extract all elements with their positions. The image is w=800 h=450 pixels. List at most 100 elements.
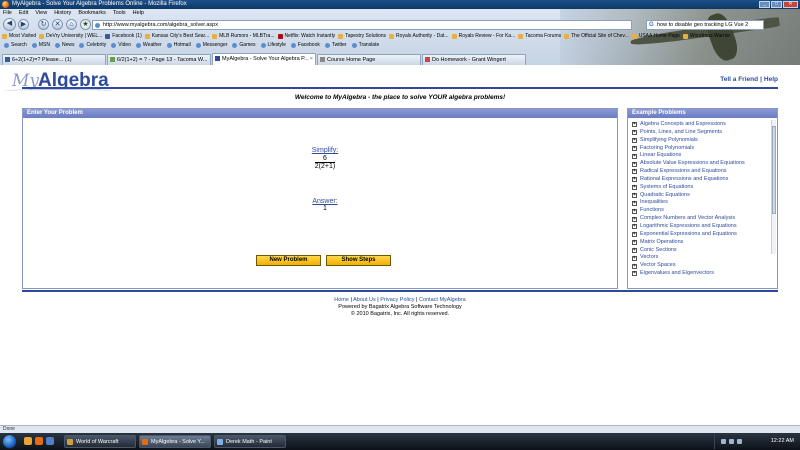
example-item[interactable]: + Systems of Equations bbox=[632, 184, 767, 192]
msn-item-translate[interactable]: Translate bbox=[351, 41, 379, 50]
home-icon[interactable]: ⌂ bbox=[66, 19, 77, 30]
battery-icon[interactable] bbox=[737, 439, 742, 444]
taskbar-item-firefox[interactable]: MyAlgebra - Solve Y... bbox=[139, 435, 211, 448]
myalgebra-logo[interactable]: My Algebra BETA bbox=[4, 69, 164, 93]
bookmark-item[interactable]: Wondrous Warrior bbox=[682, 32, 730, 41]
example-item[interactable]: + Linear Equations bbox=[632, 152, 767, 160]
bookmark-item[interactable]: USAA Home Page bbox=[631, 32, 680, 41]
start-button[interactable] bbox=[2, 434, 17, 449]
forward-icon[interactable]: ▶ bbox=[18, 19, 29, 30]
example-item[interactable]: + Vector Spaces bbox=[632, 262, 767, 270]
new-problem-button[interactable]: New Problem bbox=[256, 255, 321, 266]
msn-item-twitter[interactable]: Twitter bbox=[324, 41, 347, 50]
menu-edit[interactable]: Edit bbox=[19, 9, 28, 17]
example-label: Absolute Value Expressions and Equations bbox=[640, 160, 745, 167]
reload-icon[interactable]: ↻ bbox=[38, 19, 49, 30]
show-steps-button[interactable]: Show Steps bbox=[326, 255, 391, 266]
msn-item-messenger[interactable]: Messenger bbox=[195, 41, 227, 50]
help-link[interactable]: Help bbox=[764, 76, 778, 83]
example-item[interactable]: + Matrix Operations bbox=[632, 239, 767, 247]
menu-file[interactable]: File bbox=[3, 9, 12, 17]
stop-icon[interactable]: ✕ bbox=[52, 19, 63, 30]
example-item[interactable]: + Quadratic Equations bbox=[632, 192, 767, 200]
quicklaunch-desktop-icon[interactable] bbox=[46, 437, 54, 445]
msn-item-search[interactable]: Search bbox=[4, 41, 27, 50]
bookmark-item[interactable]: Facebook (1) bbox=[105, 32, 142, 41]
quicklaunch-firefox-icon[interactable] bbox=[35, 437, 43, 445]
msn-item-games[interactable]: Games bbox=[232, 41, 256, 50]
tell-a-friend-link[interactable]: Tell a Friend bbox=[720, 76, 758, 83]
msn-item-msn[interactable]: MSN bbox=[31, 41, 50, 50]
bookmark-item[interactable]: Tapestry Solutions bbox=[338, 32, 386, 41]
example-item[interactable]: + Inequalities bbox=[632, 199, 767, 207]
example-item[interactable]: + Points, Lines, and Line Segments bbox=[632, 129, 767, 137]
back-icon[interactable]: ◀ bbox=[3, 18, 16, 31]
taskbar-label: MyAlgebra - Solve Y... bbox=[151, 439, 205, 445]
example-item[interactable]: + Radical Expressions and Equations bbox=[632, 168, 767, 176]
example-item[interactable]: + Functions bbox=[632, 207, 767, 215]
close-button[interactable]: ✕ bbox=[783, 1, 798, 8]
menu-help[interactable]: Help bbox=[133, 9, 144, 17]
tab-label: 6÷2(1+2)=? Please... (1) bbox=[12, 57, 72, 63]
example-item[interactable]: + Simplifying Polynomials bbox=[632, 137, 767, 145]
bookmark-item[interactable]: Most Visited bbox=[2, 32, 36, 41]
minimize-button[interactable]: _ bbox=[759, 1, 770, 8]
msn-item-news[interactable]: News bbox=[54, 41, 74, 50]
footer-about-link[interactable]: About Us bbox=[353, 297, 376, 303]
footer-contact-link[interactable]: Contact MyAlgebra bbox=[419, 297, 466, 303]
answer-label[interactable]: Answer: bbox=[290, 198, 360, 205]
menu-bookmarks[interactable]: Bookmarks bbox=[78, 9, 106, 17]
quicklaunch-explorer-icon[interactable] bbox=[24, 437, 32, 445]
example-item[interactable]: + Complex Numbers and Vector Analysis bbox=[632, 215, 767, 223]
bookmark-item[interactable]: Kansas City's Best Sear... bbox=[144, 32, 209, 41]
url-bar[interactable]: http://www.myalgebra.com/algebra_solver.… bbox=[92, 20, 632, 30]
tab-facebook-question[interactable]: 6÷2(1+2)=? Please... (1) bbox=[2, 54, 106, 65]
menu-history[interactable]: History bbox=[54, 9, 71, 17]
example-item[interactable]: + Conic Sections bbox=[632, 247, 767, 255]
volume-icon[interactable] bbox=[729, 439, 734, 444]
example-item[interactable]: + Algebra Concepts and Expressions bbox=[632, 121, 767, 129]
bookmark-item[interactable]: Royals Review - For Ka... bbox=[451, 32, 515, 41]
bookmark-star-icon[interactable]: ★ bbox=[80, 19, 91, 30]
bookmark-item[interactable]: The Official Site of Chev... bbox=[564, 32, 629, 41]
tab-favicon bbox=[425, 57, 430, 62]
msn-item-celebrity[interactable]: Celebrity bbox=[79, 41, 106, 50]
footer-privacy-link[interactable]: Privacy Policy bbox=[380, 297, 414, 303]
tab-close-icon[interactable]: × bbox=[310, 54, 313, 64]
example-item[interactable]: + Absolute Value Expressions and Equation… bbox=[632, 160, 767, 168]
maximize-button[interactable]: □ bbox=[771, 1, 782, 8]
tab-tacoma-world[interactable]: 6/2(1+2) = ? - Page 13 - Tacoma W... bbox=[107, 54, 211, 65]
example-item[interactable]: + Exponential Expressions and Equations bbox=[632, 231, 767, 239]
example-item[interactable]: + Rational Expressions and Equations bbox=[632, 176, 767, 184]
menu-tools[interactable]: Tools bbox=[113, 9, 126, 17]
msn-item-lifestyle[interactable]: Lifestyle bbox=[260, 41, 286, 50]
bookmark-item[interactable]: DeVry University | WEL... bbox=[39, 32, 102, 41]
examples-scrollbar[interactable] bbox=[771, 120, 776, 254]
msn-item-video[interactable]: Video bbox=[111, 41, 131, 50]
example-item[interactable]: + Factoring Polynomials bbox=[632, 145, 767, 153]
expand-icon: + bbox=[632, 160, 637, 167]
search-input[interactable]: G how to disable geo tracking LG Vue 2 bbox=[646, 20, 764, 30]
example-item[interactable]: + Vectors bbox=[632, 254, 767, 262]
example-item[interactable]: + Logarithmic Expressions and Equations bbox=[632, 223, 767, 231]
network-icon[interactable] bbox=[721, 439, 726, 444]
taskbar-item-wow[interactable]: World of Warcraft bbox=[64, 435, 136, 448]
bookmark-item[interactable]: MLB Rumors - MLBTra... bbox=[212, 32, 275, 41]
tab-myalgebra[interactable]: MyAlgebra - Solve Your Algebra P... × bbox=[212, 53, 316, 65]
taskbar-item-paint[interactable]: Derek Math - Paint bbox=[214, 435, 286, 448]
msn-item-hotmail[interactable]: Hotmail bbox=[166, 41, 191, 50]
simplify-label[interactable]: Simplify: bbox=[290, 147, 360, 154]
bookmark-item[interactable]: Netflix: Watch Instantly bbox=[277, 32, 335, 41]
bookmark-item[interactable]: Tacoma Forums bbox=[518, 32, 561, 41]
example-item[interactable]: + Eigenvalues and Eigenvectors bbox=[632, 270, 767, 278]
tab-do-homework[interactable]: Do Homework - Grant Wingert bbox=[422, 54, 526, 65]
clock[interactable]: 12:22 AM bbox=[771, 438, 794, 444]
expand-icon: + bbox=[632, 184, 637, 191]
msn-item-facebook[interactable]: Facebook bbox=[290, 41, 320, 50]
footer-home-link[interactable]: Home bbox=[334, 297, 349, 303]
msn-item-weather[interactable]: Weather bbox=[135, 41, 162, 50]
scrollbar-thumb[interactable] bbox=[772, 126, 776, 214]
tab-course-home[interactable]: Course Home Page bbox=[317, 54, 421, 65]
bookmark-item[interactable]: Royals Authority - Dat... bbox=[389, 32, 449, 41]
menu-view[interactable]: View bbox=[35, 9, 47, 17]
